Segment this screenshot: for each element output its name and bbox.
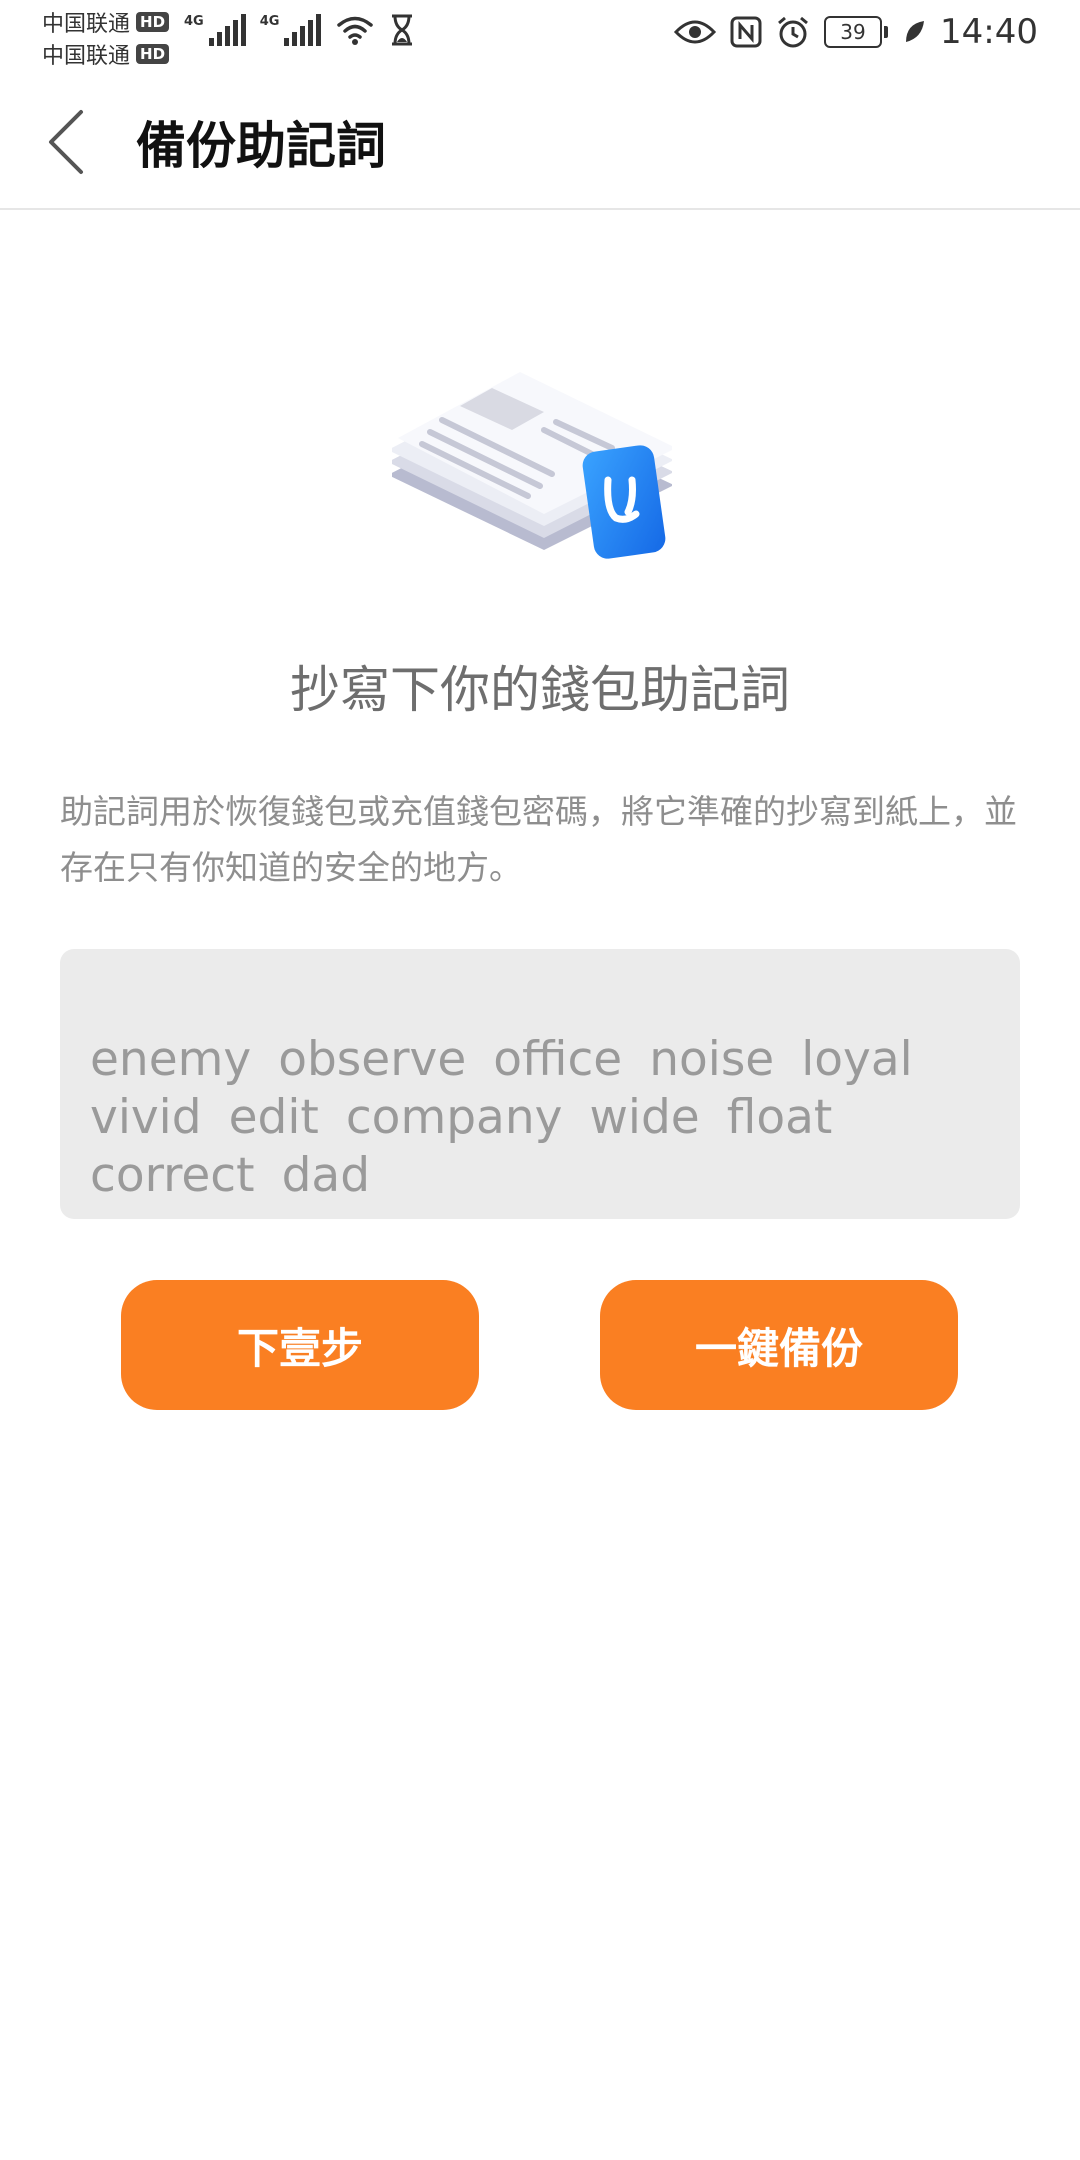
carrier-name: 中国联通 <box>42 44 131 69</box>
network-type: 4G <box>184 14 204 29</box>
mnemonic-word: dad <box>281 1148 371 1203</box>
section-heading: 抄寫下你的錢包助記詞 <box>290 661 790 719</box>
mnemonic-word: edit <box>228 1090 319 1145</box>
hd-badge: HD <box>136 12 170 32</box>
nfc-icon <box>730 16 762 48</box>
signal-group: 4G 4G <box>184 14 415 46</box>
mnemonic-word: wide <box>589 1090 700 1145</box>
mnemonic-word: company <box>345 1090 563 1145</box>
status-bar: 中国联通 HD 中国联通 HD 4G 4G 39 14:40 <box>0 0 1080 72</box>
page-title: 備份助記詞 <box>136 117 386 175</box>
leaf-icon <box>902 18 926 46</box>
one-click-backup-button[interactable]: 一鍵備份 <box>600 1280 958 1410</box>
signal-icon: 4G <box>184 14 246 46</box>
mnemonic-word: office <box>493 1032 623 1087</box>
battery-level: 39 <box>840 20 866 44</box>
next-step-button[interactable]: 下壹步 <box>121 1280 479 1410</box>
status-right: 39 14:40 <box>674 12 1038 52</box>
instruction-text: 助記詞用於恢復錢包或充值錢包密碼，將它準確的抄寫到紙上，並存在只有你知道的安全的… <box>60 792 1017 887</box>
chevron-left-icon <box>49 110 83 174</box>
mnemonic-word: correct <box>90 1148 255 1203</box>
mnemonic-word: observe <box>278 1032 467 1087</box>
signal-icon: 4G <box>260 14 322 46</box>
wifi-icon <box>335 14 375 46</box>
battery-icon: 39 <box>824 16 889 48</box>
document-stack-wallet-icon <box>388 350 676 570</box>
carrier-name: 中国联通 <box>42 12 131 37</box>
mnemonic-word: vivid <box>90 1090 202 1145</box>
clock: 14:40 <box>940 12 1038 52</box>
carrier-row: 中国联通 HD <box>42 38 170 70</box>
mnemonic-box: enemy observe office noise loyal vivid e… <box>60 949 1020 1219</box>
mnemonic-word-list: enemy observe office noise loyal vivid e… <box>90 1031 1000 1205</box>
back-button[interactable] <box>30 102 100 182</box>
mnemonic-word: noise <box>649 1032 775 1087</box>
mnemonic-word: enemy <box>90 1032 252 1087</box>
mnemonic-word: loyal <box>801 1032 913 1087</box>
alarm-icon <box>776 15 810 49</box>
mnemonic-word: float <box>726 1090 833 1145</box>
hd-badge: HD <box>136 44 170 64</box>
hourglass-icon <box>389 14 415 46</box>
network-type: 4G <box>259 14 280 29</box>
carrier-info: 中国联通 HD 中国联通 HD <box>42 6 170 70</box>
carrier-row: 中国联通 HD <box>42 6 170 38</box>
app-header: 備份助記詞 <box>0 72 1080 210</box>
eye-icon <box>674 18 717 46</box>
